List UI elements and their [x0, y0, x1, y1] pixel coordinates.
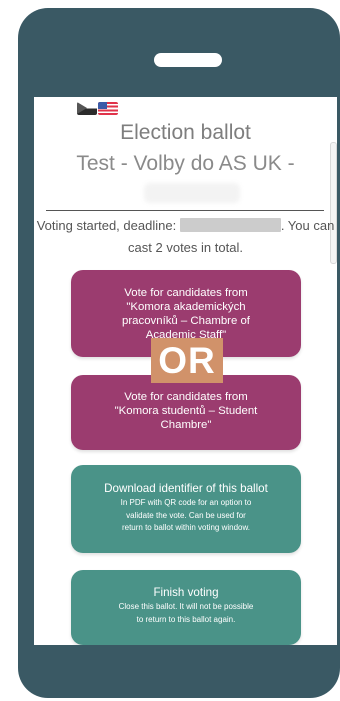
status-prefix: Voting started, deadline: — [36, 218, 177, 233]
election-name: Test - Volby do AS UK - — [76, 152, 295, 175]
download-identifier-title: Download identifier of this ballot — [104, 482, 268, 495]
vote-students-label: Vote for candidates from "Komora student… — [114, 391, 258, 431]
divider — [46, 210, 324, 211]
voting-status: Voting started, deadline: . You can cast… — [34, 215, 337, 259]
page-title: Election ballot — [120, 121, 251, 144]
download-identifier-button[interactable]: Download identifier of this ballot In PD… — [71, 465, 301, 553]
redacted-deadline — [179, 218, 281, 232]
or-overlay-label: OR — [151, 338, 223, 383]
us-flag-icon[interactable] — [98, 102, 118, 115]
ballot-screen: Election ballot Test - Volby do AS UK - … — [34, 97, 337, 645]
download-identifier-description: In PDF with QR code for an option to val… — [120, 498, 252, 532]
language-switcher — [77, 102, 118, 115]
vote-academic-staff-label: Vote for candidates from "Komora akademi… — [122, 287, 250, 341]
czech-flag-icon[interactable] — [77, 102, 97, 115]
phone-speaker — [154, 53, 222, 67]
vote-students-button[interactable]: Vote for candidates from "Komora student… — [71, 375, 301, 450]
finish-voting-description: Close this ballot. It will not be possib… — [118, 602, 254, 624]
finish-voting-title: Finish voting — [153, 586, 219, 599]
redacted-title-line — [144, 183, 240, 203]
finish-voting-button[interactable]: Finish voting Close this ballot. It will… — [71, 570, 301, 645]
